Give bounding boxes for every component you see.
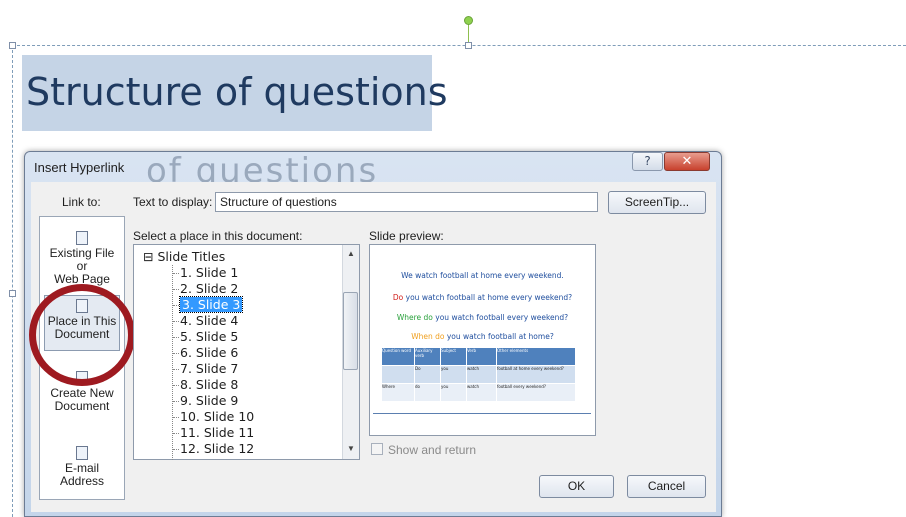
link-existing-file-button[interactable]: Existing File or Web Page — [44, 231, 120, 286]
link-email-line1: E-mail Address — [59, 461, 105, 488]
tree-item-slide[interactable]: 8. Slide 8 — [180, 377, 238, 392]
dialog-title: Insert Hyperlink — [34, 160, 125, 175]
tree-connector-branch — [173, 385, 179, 386]
preview-table-cell — [382, 366, 414, 383]
tree-item-slide[interactable]: 3. Slide 3 — [178, 296, 244, 313]
screentip-button[interactable]: ScreenTip... — [608, 191, 706, 214]
tree-connector-branch — [173, 305, 179, 306]
tree-scroll-thumb[interactable] — [343, 292, 358, 370]
select-place-label: Select a place in this document: — [133, 229, 303, 243]
ok-button[interactable]: OK — [539, 475, 614, 498]
tree-connector-branch — [173, 449, 179, 450]
preview-line-1: We watch football at home every weekend. — [401, 271, 564, 280]
help-button[interactable]: ? — [632, 152, 663, 171]
email-icon — [76, 446, 88, 460]
link-create-line1: Create New — [50, 386, 114, 400]
tree-item-slide[interactable]: 12. Slide 12 — [180, 441, 254, 456]
tree-item-slide[interactable]: 6. Slide 6 — [180, 345, 238, 360]
link-email-address-button[interactable]: E-mail Address — [44, 446, 120, 488]
preview-table-cell: do — [415, 384, 440, 401]
preview-table-cell: football at home every weekend? — [497, 366, 575, 383]
tree-item-slide[interactable]: 5. Slide 5 — [180, 329, 238, 344]
tree-connector-branch — [173, 289, 179, 290]
slide-title[interactable]: Structure of questions — [26, 70, 448, 114]
preview-table-header: Subject — [441, 348, 466, 365]
preview-table-header: Verb — [467, 348, 496, 365]
cancel-button[interactable]: Cancel — [627, 475, 706, 498]
tree-item-slide[interactable]: 9. Slide 9 — [180, 393, 238, 408]
tree-connector-branch — [173, 353, 179, 354]
preview-table-header: Auxiliary verb — [415, 348, 440, 365]
preview-table-cell: watch — [467, 366, 496, 383]
link-create-line2: Document — [54, 399, 110, 413]
text-to-display-label: Text to display: — [133, 195, 213, 209]
preview-table-cell: Do — [415, 366, 440, 383]
preview-table-cell: football every weekend? — [497, 384, 575, 401]
tree-item-slide[interactable]: 4. Slide 4 — [180, 313, 238, 328]
preview-table-cell: Where — [382, 384, 414, 401]
tree-connector-branch — [173, 273, 179, 274]
preview-table: Question word Auxiliary verb Subject Verb Ot… — [382, 348, 576, 404]
preview-table-header: Other elements — [497, 348, 575, 365]
rotation-line — [468, 24, 469, 42]
tree-connector-branch — [173, 369, 179, 370]
resize-handle-top-left[interactable] — [9, 42, 16, 49]
link-to-label: Link to: — [62, 195, 101, 209]
tree-connector-branch — [173, 321, 179, 322]
preview-table-cell: watch — [467, 384, 496, 401]
tree-item-slide[interactable]: 10. Slide 10 — [180, 409, 254, 424]
resize-handle-left[interactable] — [9, 290, 16, 297]
scroll-down-icon[interactable]: ▼ — [347, 444, 355, 453]
close-button[interactable]: ✕ — [664, 152, 710, 171]
tree-connector-branch — [173, 417, 179, 418]
preview-line-3: Where do you watch football every weeken… — [396, 313, 569, 322]
scroll-up-icon[interactable]: ▲ — [347, 249, 355, 258]
tree-root-slide-titles[interactable]: ⊟ Slide Titles — [143, 249, 225, 264]
text-to-display-input[interactable]: Structure of questions — [215, 192, 598, 212]
show-and-return-label: Show and return — [388, 443, 477, 457]
tree-connector-branch — [173, 401, 179, 402]
tree-item-slide[interactable]: 11. Slide 11 — [180, 425, 254, 440]
resize-handle-top[interactable] — [465, 42, 472, 49]
link-existing-file-line1: Existing File or — [49, 246, 115, 273]
slide-placeholder-border-left — [12, 45, 13, 517]
rotation-handle[interactable] — [464, 16, 473, 25]
slide-preview-label: Slide preview: — [369, 229, 444, 243]
globe-file-icon — [76, 231, 88, 245]
tree-item-slide[interactable]: 2. Slide 2 — [180, 281, 238, 296]
tree-connector-branch — [173, 337, 179, 338]
show-and-return-checkbox[interactable] — [371, 443, 383, 455]
highlight-circle — [29, 284, 135, 386]
tree-item-slide[interactable]: 1. Slide 1 — [180, 265, 238, 280]
slide-placeholder-border — [12, 45, 906, 46]
preview-table-header: Question word — [382, 348, 414, 365]
preview-rule — [373, 413, 591, 414]
preview-table-cell: you — [441, 384, 466, 401]
preview-line-4: When do you watch football at home? — [411, 332, 554, 341]
tree-connector-branch — [173, 433, 179, 434]
tree-connector — [172, 265, 173, 460]
preview-table-cell: you — [441, 366, 466, 383]
preview-line-2: Do you watch football at home every week… — [392, 293, 573, 302]
tree-item-slide[interactable]: 7. Slide 7 — [180, 361, 238, 376]
